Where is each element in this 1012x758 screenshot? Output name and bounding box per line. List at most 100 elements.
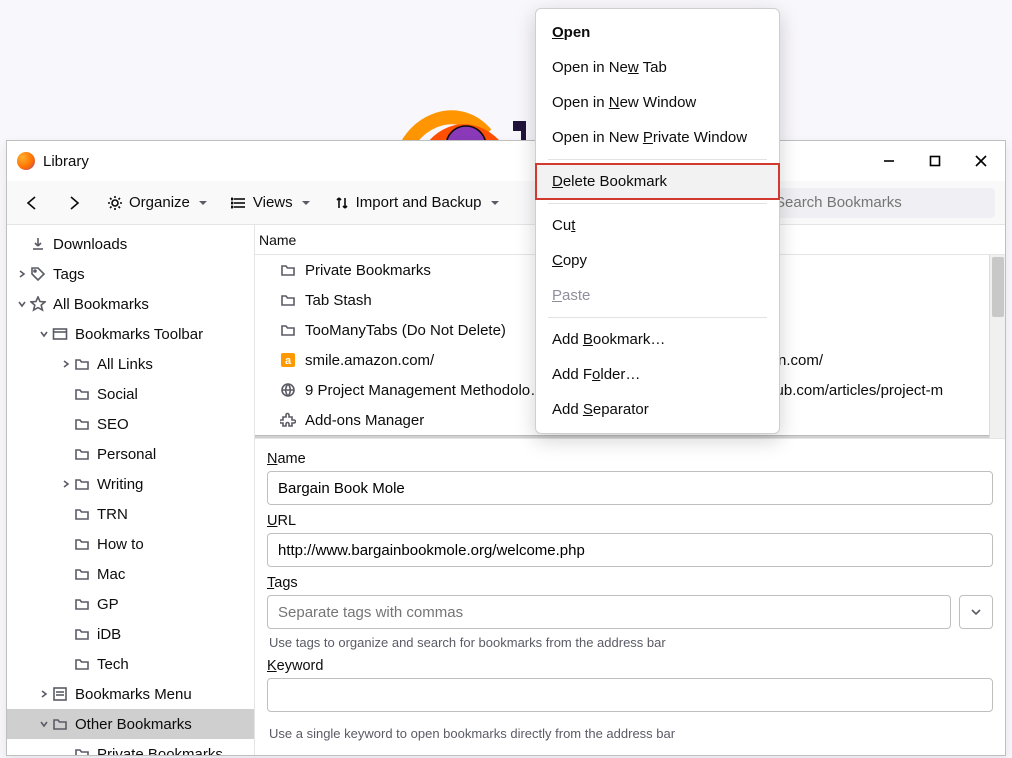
twisty-icon[interactable] [15, 269, 29, 279]
sidebar-item-label: Tech [97, 656, 129, 673]
sidebar-item-tech[interactable]: Tech [7, 649, 254, 679]
views-label: Views [253, 194, 293, 211]
menu-item-add-sep[interactable]: Add Separator [536, 392, 779, 427]
gear-icon [107, 195, 123, 211]
forward-arrow-icon [65, 194, 83, 212]
tag-icon [29, 266, 47, 282]
organize-button[interactable]: Organize [101, 190, 213, 215]
keyword-field[interactable] [267, 678, 993, 712]
forward-button[interactable] [59, 190, 89, 216]
menu-item-paste: Paste [536, 278, 779, 313]
back-button[interactable] [17, 190, 47, 216]
amazon-icon: a [279, 352, 297, 368]
sidebar-item-all-bookmarks[interactable]: All Bookmarks [7, 289, 254, 319]
scrollbar-thumb[interactable] [992, 257, 1004, 317]
twisty-icon[interactable] [37, 329, 51, 339]
menu-item-open-priv[interactable]: Open in New Private Window [536, 120, 779, 155]
maximize-button[interactable] [912, 145, 958, 177]
sidebar-item-label: iDB [97, 626, 121, 643]
context-menu: Open Open in New Tab Open in New Window Ope… [535, 8, 780, 434]
menu-item-label: Paste [552, 287, 590, 304]
sidebar-item-tags[interactable]: Tags [7, 259, 254, 289]
sidebar-item-mac[interactable]: Mac [7, 559, 254, 589]
tags-field[interactable] [267, 595, 951, 629]
sidebar-item-bm-menu[interactable]: Bookmarks Menu [7, 679, 254, 709]
sidebar-item-gp[interactable]: GP [7, 589, 254, 619]
search-input[interactable] [765, 188, 995, 218]
sidebar-item-label: Tags [53, 266, 85, 283]
menu-item-open-new-win[interactable]: Open in New Window [536, 85, 779, 120]
name-field[interactable] [267, 471, 993, 505]
twisty-icon[interactable] [15, 299, 29, 309]
menu-item-label: Open in New Window [552, 94, 696, 111]
url-field[interactable] [267, 533, 993, 567]
menu-item-label: Add Folder… [552, 366, 640, 383]
list-icon [231, 195, 247, 211]
menu-item-copy[interactable]: Copy [536, 243, 779, 278]
list-row[interactable]: Bargain Book Molehttp://www.bargainbookm… [255, 435, 1005, 438]
menu-item-label: Open in New Private Window [552, 129, 747, 146]
tags-hint: Use tags to organize and search for book… [269, 635, 993, 650]
menu-separator [548, 159, 767, 160]
folder-icon [279, 292, 297, 308]
svg-text:a: a [285, 355, 292, 367]
twisty-icon[interactable] [37, 689, 51, 699]
toolbar: Organize Views Import and Backup [7, 181, 1005, 225]
menu-item-open-new-tab[interactable]: Open in New Tab [536, 50, 779, 85]
sidebar-item-label: Bookmarks Menu [75, 686, 192, 703]
sidebar-item-trn[interactable]: TRN [7, 499, 254, 529]
menu-item-open[interactable]: Open [536, 15, 779, 50]
sidebar-item-seo[interactable]: SEO [7, 409, 254, 439]
import-backup-button[interactable]: Import and Backup [328, 190, 505, 215]
minimize-button[interactable] [866, 145, 912, 177]
menu-item-label: Add Separator [552, 401, 649, 418]
sidebar-item-other-bm[interactable]: Other Bookmarks [7, 709, 254, 739]
sidebar-item-all-links[interactable]: All Links [7, 349, 254, 379]
sidebar: Downloads Tags All Bookmarks Bookmarks Tool… [7, 225, 255, 755]
sidebar-item-label: SEO [97, 416, 129, 433]
folder-icon [73, 416, 91, 432]
sidebar-item-label: TRN [97, 506, 128, 523]
menu-item-label: Add Bookmark… [552, 331, 665, 348]
sidebar-item-downloads[interactable]: Downloads [7, 229, 254, 259]
keyword-hint: Use a single keyword to open bookmarks d… [269, 726, 993, 741]
menu-item-delete[interactable]: Delete Bookmark [536, 164, 779, 199]
sidebar-item-bm-toolbar[interactable]: Bookmarks Toolbar [7, 319, 254, 349]
sidebar-item-label: Writing [97, 476, 143, 493]
sidebar-item-label: Mac [97, 566, 125, 583]
sidebar-item-social[interactable]: Social [7, 379, 254, 409]
scrollbar[interactable] [989, 255, 1005, 438]
sidebar-item-idb[interactable]: iDB [7, 619, 254, 649]
sidebar-item-label: How to [97, 536, 144, 553]
sidebar-item-writing[interactable]: Writing [7, 469, 254, 499]
menu-item-label: Copy [552, 252, 587, 269]
twisty-icon[interactable] [59, 479, 73, 489]
folder-icon [73, 356, 91, 372]
views-button[interactable]: Views [225, 190, 316, 215]
titlebar: Library [7, 141, 1005, 181]
import-backup-label: Import and Backup [356, 194, 482, 211]
name-label: Name [267, 451, 993, 467]
globe-icon [279, 382, 297, 398]
minimize-icon [883, 155, 895, 167]
menu-item-cut[interactable]: Cut [536, 208, 779, 243]
sidebar-item-howto[interactable]: How to [7, 529, 254, 559]
sidebar-item-label: All Bookmarks [53, 296, 149, 313]
folder-icon [73, 506, 91, 522]
close-button[interactable] [958, 145, 1004, 177]
sidebar-item-label: GP [97, 596, 119, 613]
tags-expand-button[interactable] [959, 595, 993, 629]
sidebar-item-label: Social [97, 386, 138, 403]
twisty-icon[interactable] [59, 359, 73, 369]
twisty-icon[interactable] [37, 719, 51, 729]
sidebar-item-priv-bm[interactable]: Private Bookmarks [7, 739, 254, 755]
sidebar-item-personal[interactable]: Personal [7, 439, 254, 469]
sidebar-item-label: All Links [97, 356, 153, 373]
tags-label: Tags [267, 575, 993, 591]
menu-item-label: Open in New Tab [552, 59, 667, 76]
menu-item-add-folder[interactable]: Add Folder… [536, 357, 779, 392]
import-export-icon [334, 195, 350, 211]
sidebar-item-label: Private Bookmarks [97, 746, 223, 756]
menu-item-add-bm[interactable]: Add Bookmark… [536, 322, 779, 357]
folder-icon [73, 596, 91, 612]
